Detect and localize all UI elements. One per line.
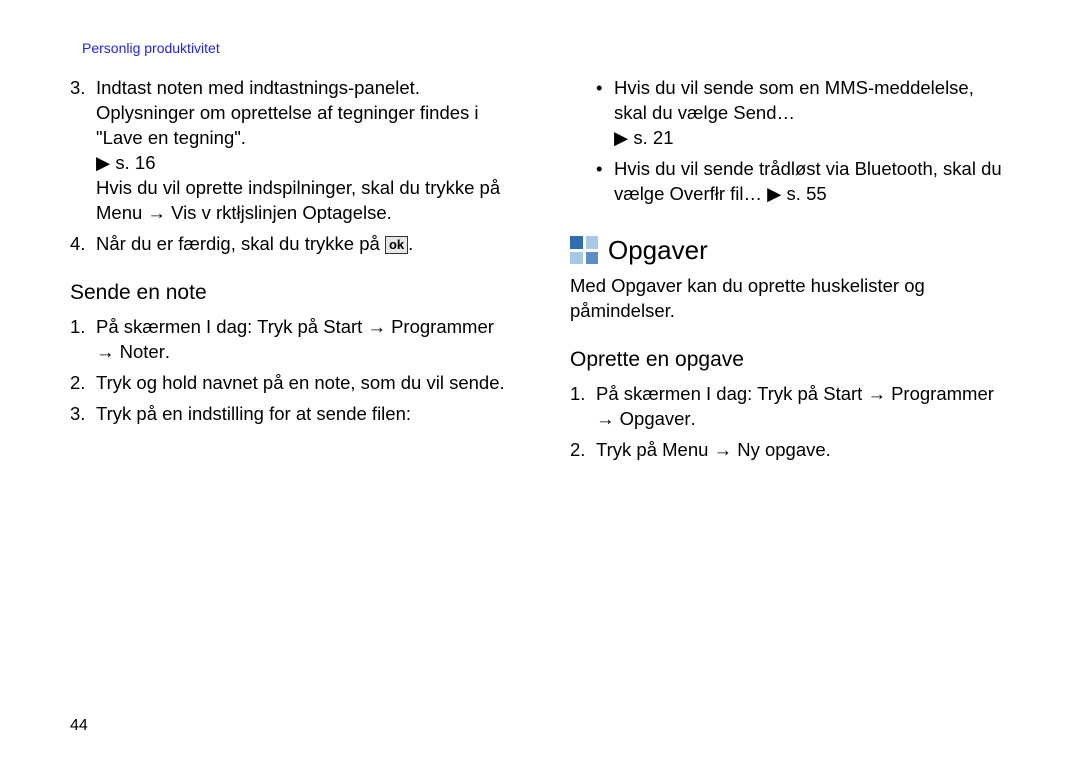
arrow-icon: →: [96, 341, 120, 362]
bullet-icon: •: [596, 76, 614, 151]
ui-label: Programmer: [891, 383, 994, 404]
page: Personlig produktivitet 3. Indtast noten…: [0, 0, 1080, 765]
left-column: 3. Indtast noten med indtastnings-panele…: [70, 72, 510, 469]
text: Tryk på: [596, 439, 662, 460]
ui-label: Start: [823, 383, 862, 404]
list-number: 3.: [70, 402, 96, 427]
right-column: • Hvis du vil sende som en MMS-meddelels…: [570, 72, 1010, 469]
list-item: 3. Indtast noten med indtastnings-panele…: [70, 76, 510, 226]
list-body: Tryk og hold navnet på en note, som du v…: [96, 371, 510, 396]
arrow-icon: →: [362, 316, 391, 337]
two-column-layout: 3. Indtast noten med indtastnings-panele…: [70, 72, 1010, 469]
ui-label: Ny opgave: [737, 439, 825, 460]
ok-icon: ok: [385, 236, 408, 254]
subheading: Oprette en opgave: [570, 346, 1010, 374]
list-item: 1. På skærmen I dag: Tryk på Start → Pro…: [570, 382, 1010, 432]
bullet-icon: •: [596, 157, 614, 207]
list-item: 1. På skærmen I dag: Tryk på Start → Pro…: [70, 315, 510, 365]
xref-page: s. 55: [781, 183, 826, 204]
xref-page: s. 16: [110, 152, 155, 173]
page-number: 44: [70, 717, 88, 735]
list-number: 1.: [570, 382, 596, 432]
list-number: 1.: [70, 315, 96, 365]
arrow-icon: →: [596, 408, 620, 429]
text: Når du er færdig, skal du trykke på: [96, 233, 385, 254]
list-item: 2. Tryk og hold navnet på en note, som d…: [70, 371, 510, 396]
ui-label: Opgaver: [620, 408, 691, 429]
ui-label: Send…: [733, 102, 795, 123]
windows-squares-icon: [570, 236, 598, 264]
list-body: Indtast noten med indtastnings-panelet. …: [96, 76, 510, 226]
ui-label: Noter: [120, 341, 165, 362]
text: Oplysninger om oprettelse af tegninger f…: [96, 102, 479, 148]
text: .: [691, 408, 696, 429]
ui-label: Menu: [96, 202, 142, 223]
running-header: Personlig produktivitet: [82, 40, 1010, 56]
list-body: Når du er færdig, skal du trykke på ok.: [96, 232, 510, 257]
xref-page: s. 21: [628, 127, 673, 148]
ui-label: Start: [323, 316, 362, 337]
section-title: Opgaver: [608, 233, 708, 268]
section-intro: Med Opgaver kan du oprette huskelister o…: [570, 274, 1010, 324]
arrow-icon: →: [708, 439, 737, 460]
text: .: [408, 233, 413, 254]
list-body: På skærmen I dag: Tryk på Start → Progra…: [596, 382, 1010, 432]
list-item: 3. Tryk på en indstilling for at sende f…: [70, 402, 510, 427]
list-item: 2. Tryk på Menu → Ny opgave.: [570, 438, 1010, 463]
ui-label: Programmer: [391, 316, 494, 337]
arrow-icon: →: [862, 383, 891, 404]
text: På skærmen I dag: Tryk på: [96, 316, 323, 337]
subheading: Sende en note: [70, 279, 510, 307]
text: Tryk på en indstilling for at sende file…: [96, 403, 411, 424]
xref-arrow-icon: ▶: [96, 152, 110, 173]
section-heading-row: Opgaver: [570, 233, 1010, 268]
bullet-body: Hvis du vil sende trådløst via Bluetooth…: [614, 157, 1010, 207]
text: .: [165, 341, 170, 362]
list-body: På skærmen I dag: Tryk på Start → Progra…: [96, 315, 510, 365]
ui-label: Vis v rktłjslinjen Optagelse: [171, 202, 387, 223]
bullet-body: Hvis du vil sende som en MMS-meddelelse,…: [614, 76, 1010, 151]
text: Hvis du vil oprette indspilninger, skal …: [96, 177, 500, 198]
arrow-icon: →: [142, 202, 171, 223]
list-number: 2.: [570, 438, 596, 463]
list-number: 2.: [70, 371, 96, 396]
list-body: Tryk på en indstilling for at sende file…: [96, 402, 510, 427]
ui-label: Menu: [662, 439, 708, 460]
ui-label: Overfłr fil…: [670, 183, 763, 204]
text: Indtast noten med indtastnings-panelet.: [96, 77, 420, 98]
list-number: 3.: [70, 76, 96, 226]
text: .: [387, 202, 392, 223]
text: Tryk og hold navnet på en note, som du v…: [96, 372, 505, 393]
xref-arrow-icon: ▶: [614, 127, 628, 148]
list-body: Tryk på Menu → Ny opgave.: [596, 438, 1010, 463]
list-number: 4.: [70, 232, 96, 257]
list-item: 4. Når du er færdig, skal du trykke på o…: [70, 232, 510, 257]
text: .: [826, 439, 831, 460]
text: På skærmen I dag: Tryk på: [596, 383, 823, 404]
xref-arrow-icon: ▶: [762, 183, 781, 204]
bullet-item: • Hvis du vil sende som en MMS-meddelels…: [570, 76, 1010, 151]
bullet-item: • Hvis du vil sende trådløst via Bluetoo…: [570, 157, 1010, 207]
